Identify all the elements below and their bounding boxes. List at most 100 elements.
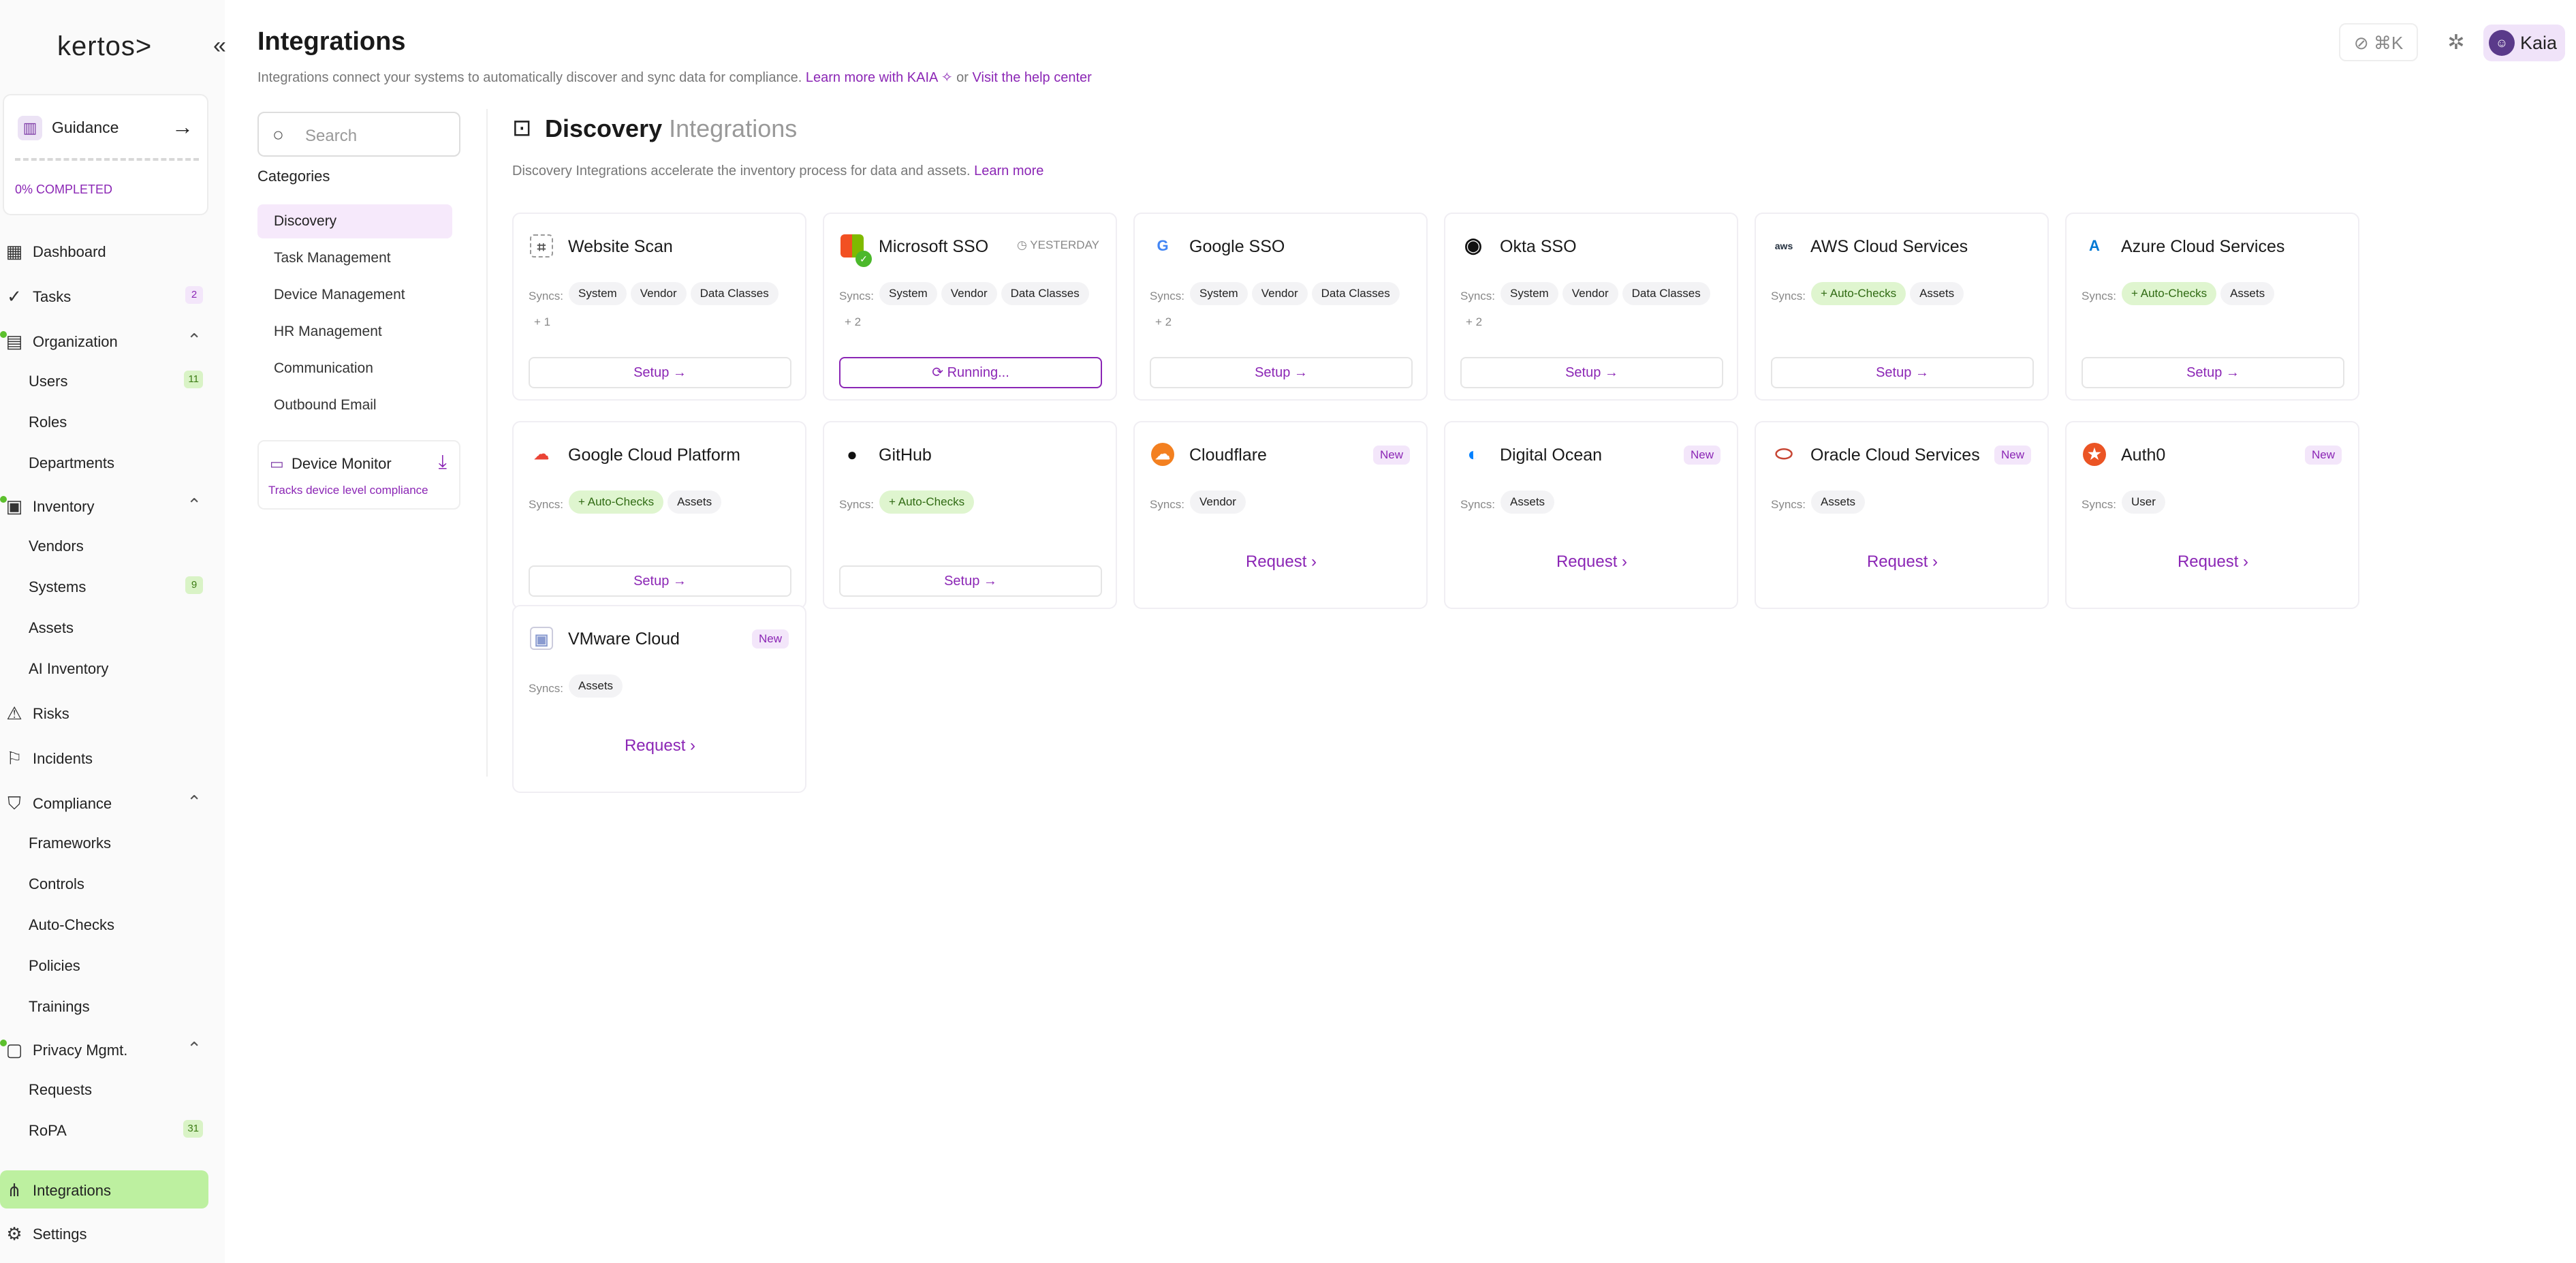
sidebar-item-label: Incidents [33,750,93,767]
building-icon: ▤ [5,331,23,352]
category-outbound-email[interactable]: Outbound Email [257,388,452,422]
request-button[interactable]: Request › [1771,545,2034,579]
chevron-up-icon[interactable]: ⌃ [187,330,202,351]
integration-name: Auth0 [2121,446,2166,465]
request-button[interactable]: Request › [1460,545,1723,579]
integration-card-oracle[interactable]: ⬭ Oracle Cloud Services New Syncs: Assets… [1755,421,2049,609]
map-icon: ▥ [18,116,42,140]
setup-button[interactable]: Setup → [1771,357,2034,388]
category-communication[interactable]: Communication [257,352,452,386]
sidebar-item-privacy-mgmt[interactable]: ▢ Privacy Mgmt. ⌃ [0,1030,211,1068]
sidebar-item-inventory[interactable]: ▣ Inventory ⌃ [0,486,211,525]
sync-tag-label: Auto-Checks [898,495,965,508]
integration-card-microsoft-sso[interactable]: M ✓ Microsoft SSO ◷ YESTERDAY Syncs:Syst… [823,213,1117,401]
integration-card-okta-sso[interactable]: ◉ Okta SSO Syncs: System Vendor Data Classe… [1444,213,1738,401]
sidebar-item-roles[interactable]: Roles [0,402,211,440]
more-tags-count[interactable]: + 2 [1460,311,1488,334]
sidebar-item-label: Systems [29,578,87,595]
setup-button[interactable]: Setup → [839,565,1102,597]
sidebar-item-policies[interactable]: Policies [0,946,211,984]
sync-tag: Assets [667,490,722,514]
sync-tag: Vendor [1190,490,1246,514]
integration-card-website-scan[interactable]: ⌗ Website Scan Syncs: System Vendor Data Cl… [512,213,806,401]
download-icon[interactable]: ⤓ [439,451,447,473]
category-discovery[interactable]: Discovery [257,204,452,238]
integration-card-aws[interactable]: aws AWS Cloud Services Syncs: + Auto-Chec… [1755,213,2049,401]
integration-card-github[interactable]: ● GitHub Syncs: + Auto-Checks Setup → [823,421,1117,609]
more-tags-count[interactable]: + 1 [529,311,556,334]
sidebar-item-auto-checks[interactable]: Auto-Checks [0,905,211,943]
syncs-list: Syncs: System Vendor Data Classes + 2 [839,282,1105,339]
sidebar-item-users[interactable]: Users 11 [0,361,211,399]
sidebar-item-label: Roles [29,414,67,431]
syncs-list: Syncs: Vendor [1150,490,1415,519]
chevron-right-icon: › [690,736,696,755]
sidebar-item-assets[interactable]: Assets [0,608,211,646]
sidebar-item-risks[interactable]: ⚠ Risks [0,693,211,732]
sidebar-item-compliance[interactable]: ⛉ Compliance ⌃ [0,783,211,822]
more-tags-count[interactable]: + 2 [1150,311,1177,334]
chevron-right-icon: › [1311,552,1317,571]
arrow-right-icon[interactable]: → [172,114,193,140]
category-task-management[interactable]: Task Management [257,241,452,275]
guidance-card[interactable]: ▥ Guidance → 0% COMPLETED [3,94,208,215]
learn-more-kaia-link[interactable]: Learn more with KAIA [806,70,937,85]
sidebar-item-incidents[interactable]: ⚐ Incidents [0,738,211,777]
sidebar-item-vendors[interactable]: Vendors [0,526,211,564]
more-tags-count[interactable]: + 2 [839,311,866,334]
sidebar-item-dashboard[interactable]: ▦ Dashboard [0,232,211,270]
chevron-up-icon[interactable]: ⌃ [187,792,202,813]
github-icon: ● [847,444,858,465]
setup-button[interactable]: Setup → [529,565,791,597]
sidebar-item-organization[interactable]: ▤ Organization ⌃ [0,322,211,360]
setup-button[interactable]: Setup → [1150,357,1413,388]
integration-card-digital-ocean[interactable]: ◐ Digital Ocean New Syncs: Assets Request… [1444,421,1738,609]
integration-card-azure[interactable]: A Azure Cloud Services Syncs: + Auto-Chec… [2065,213,2359,401]
search-input[interactable]: ○ Search [257,112,460,157]
sidebar-item-integrations[interactable]: ⋔ Integrations [0,1170,208,1209]
user-menu[interactable]: ☺ Kaia [2483,25,2565,61]
integration-card-cloudflare[interactable]: ☁ Cloudflare New Syncs: Vendor Request › [1133,421,1428,609]
sidebar-item-ai-inventory[interactable]: AI Inventory [0,649,211,687]
integration-card-vmware[interactable]: ▣ VMware Cloud New Syncs: Assets Request … [512,605,806,793]
integration-name: VMware Cloud [568,629,680,649]
setup-button[interactable]: Setup → [1460,357,1723,388]
kertos-logo[interactable]: kertos> [57,31,152,62]
sparkle-icon: ✧ [941,70,953,85]
sidebar-item-frameworks[interactable]: Frameworks [0,823,211,861]
chevron-up-icon[interactable]: ⌃ [187,1038,202,1059]
sidebar-item-ropa[interactable]: RoPA 31 [0,1110,211,1149]
syncs-label: Syncs: [1460,498,1496,511]
integration-card-auth0[interactable]: ★ Auth0 New Syncs: User Request › [2065,421,2359,609]
bug-report-icon[interactable]: ✲ [2437,26,2475,60]
help-center-link[interactable]: Visit the help center [973,70,1092,85]
sidebar-item-settings[interactable]: ⚙ Settings [0,1214,211,1252]
request-button[interactable]: Request › [2082,545,2344,579]
running-button[interactable]: ⟳ Running... [839,357,1102,388]
button-label: Request [624,736,686,755]
category-hr-management[interactable]: HR Management [257,315,452,349]
command-palette-button[interactable]: ⊘ ⌘K [2339,23,2418,61]
chevron-up-icon[interactable]: ⌃ [187,495,202,516]
device-monitor-card[interactable]: ▭ Device Monitor ⤓ Tracks device level c… [257,440,460,510]
request-button[interactable]: Request › [529,729,791,763]
integration-card-google-sso[interactable]: G Google SSO Syncs: System Vendor Data Clas… [1133,213,1428,401]
learn-more-link[interactable]: Learn more [974,163,1043,178]
sidebar-item-systems[interactable]: Systems 9 [0,567,211,605]
setup-button[interactable]: Setup → [529,357,791,388]
users-count-badge: 11 [184,371,203,388]
sidebar-item-controls[interactable]: Controls [0,864,211,902]
syncs-label: Syncs: [529,682,564,695]
category-device-management[interactable]: Device Management [257,278,452,312]
setup-button[interactable]: Setup → [2082,357,2344,388]
collapse-sidebar-icon[interactable]: « [213,33,226,59]
sidebar-item-departments[interactable]: Departments [0,443,211,481]
sidebar-item-trainings[interactable]: Trainings [0,986,211,1025]
sidebar-item-requests[interactable]: Requests [0,1070,211,1108]
sidebar-item-tasks[interactable]: ✓ Tasks 2 [0,277,211,315]
syncs-list: Syncs: System Vendor Data Classes + 2 [1460,282,1726,339]
integration-card-google-cloud[interactable]: ☁ Google Cloud Platform Syncs: + Auto-Che… [512,421,806,609]
request-button[interactable]: Request › [1150,545,1413,579]
systems-count-badge: 9 [185,576,203,594]
last-sync-time: ◷ YESTERDAY [1017,238,1099,252]
